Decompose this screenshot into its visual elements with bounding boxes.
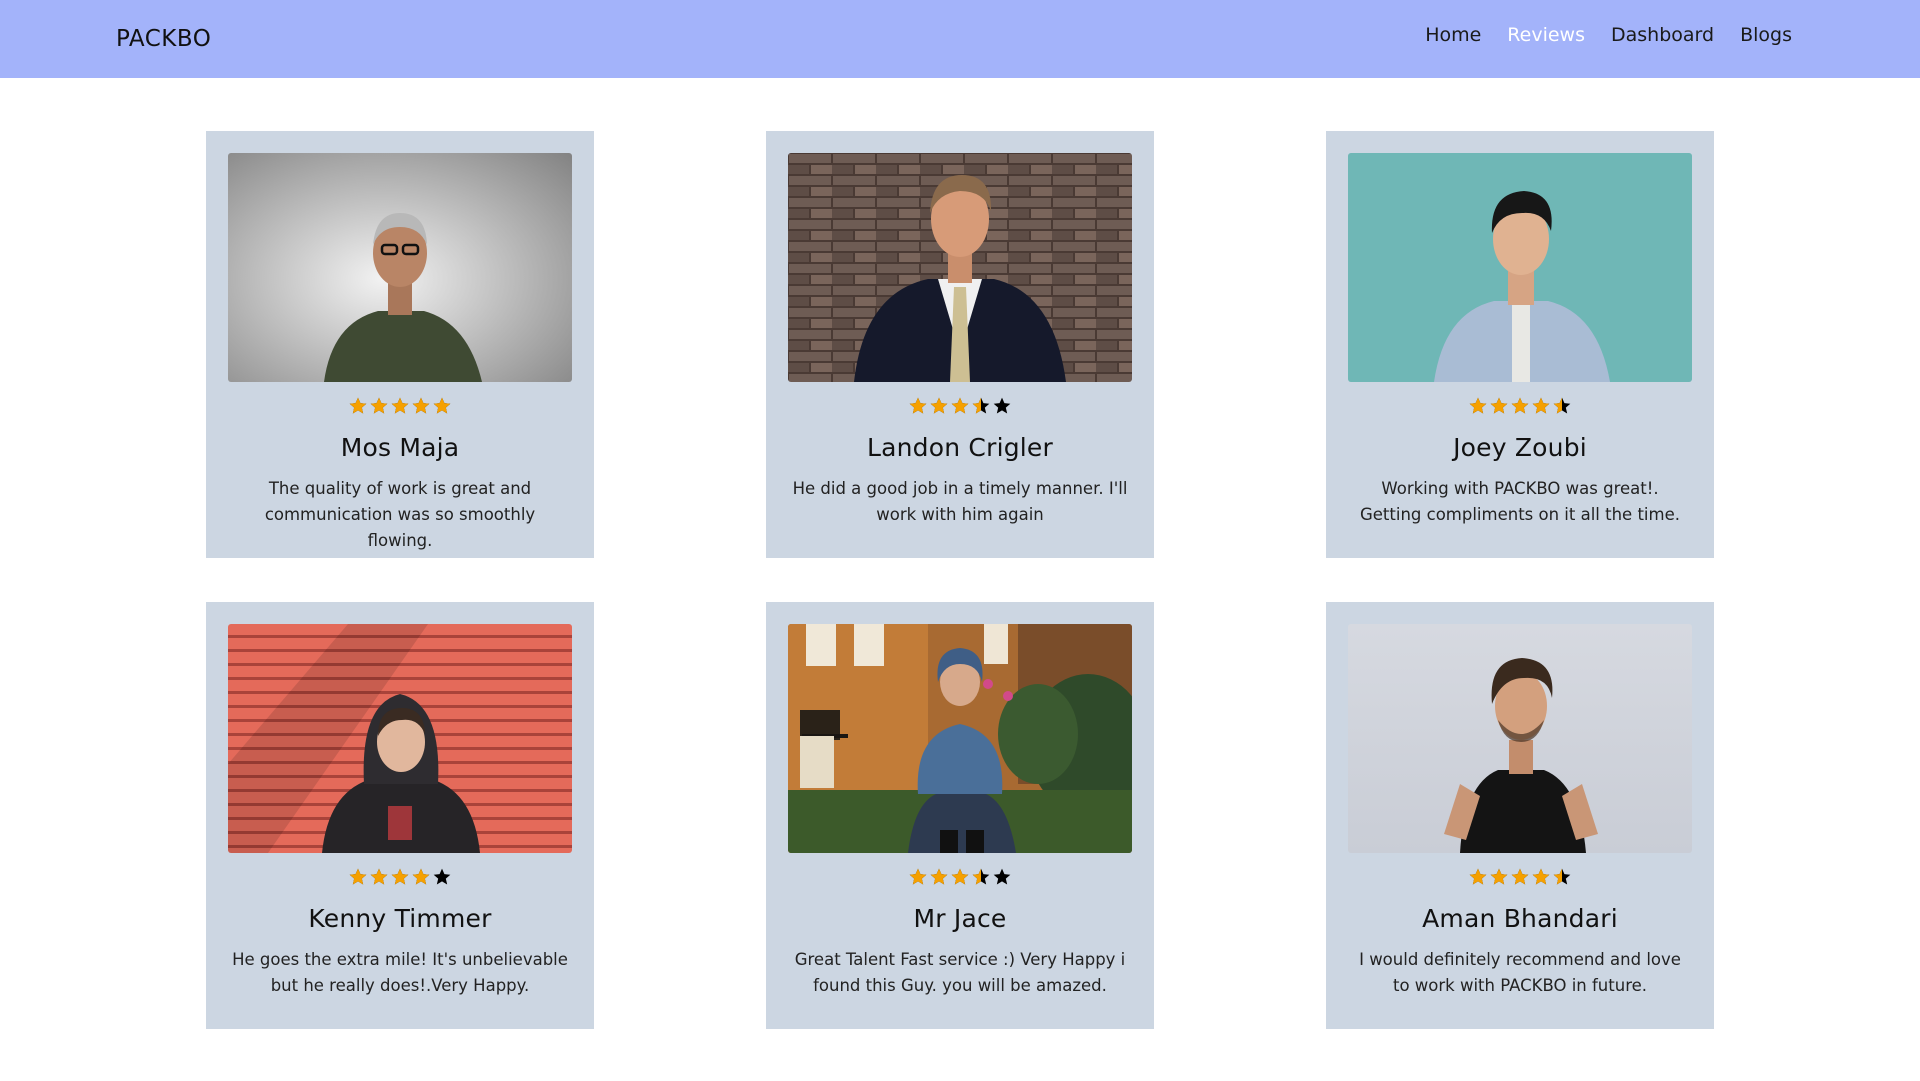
star-rating [788,867,1132,891]
star-filled-icon [1490,397,1508,414]
star-empty-icon [433,868,451,885]
reviewer-photo [228,153,572,382]
review-text: He did a good job in a timely manner. I'… [792,479,1128,524]
review-text: The quality of work is great and communi… [264,479,536,550]
reviews-grid: Mos Maja The quality of work is great an… [206,131,1714,1029]
review-text: Great Talent Fast service :) Very Happy … [794,950,1126,995]
star-rating [1348,867,1692,891]
star-filled-icon [951,868,969,885]
star-rating [788,396,1132,420]
star-half-icon [1553,868,1571,885]
review-card: Kenny Timmer He goes the extra mile! It'… [206,602,594,1029]
star-filled-icon [391,868,409,885]
reviewer-name: Joey Zoubi [1453,433,1587,462]
star-empty-icon [993,397,1011,414]
star-filled-icon [412,868,430,885]
star-half-icon [1553,397,1571,414]
review-text: He goes the extra mile! It's unbelievabl… [232,950,568,995]
reviewer-name: Mos Maja [340,433,460,462]
star-filled-icon [349,397,367,414]
star-half-icon [972,397,990,414]
nav-link-reviews[interactable]: Reviews [1507,24,1585,46]
reviewer-name: Mr Jace [913,904,1007,933]
star-filled-icon [1532,397,1550,414]
navbar: PACKBO Home Reviews Dashboard Blogs [0,0,1920,78]
review-card: Mos Maja The quality of work is great an… [206,131,594,558]
review-card: Aman Bhandari I would definitely recomme… [1326,602,1714,1029]
star-empty-icon [993,868,1011,885]
star-filled-icon [349,868,367,885]
star-filled-icon [951,397,969,414]
star-filled-icon [391,397,409,414]
nav-link-dashboard[interactable]: Dashboard [1611,24,1714,46]
star-filled-icon [1511,397,1529,414]
star-filled-icon [1532,868,1550,885]
star-filled-icon [909,397,927,414]
review-card: Landon Crigler He did a good job in a ti… [766,131,1154,558]
review-text: Working with PACKBO was great!. Getting … [1360,479,1680,524]
review-text: I would definitely recommend and love to… [1359,950,1681,995]
star-filled-icon [412,397,430,414]
reviewer-name: Landon Crigler [866,433,1053,462]
star-filled-icon [1469,868,1487,885]
reviewer-photo [788,153,1132,382]
reviewer-photo [228,624,572,853]
review-card: Joey Zoubi Working with PACKBO was great… [1326,131,1714,558]
star-filled-icon [930,397,948,414]
reviewer-photo [788,624,1132,853]
star-filled-icon [1511,868,1529,885]
reviewer-name: Kenny Timmer [308,904,492,933]
star-filled-icon [1490,868,1508,885]
star-rating [228,867,572,891]
star-rating [228,396,572,420]
reviewer-name: Aman Bhandari [1422,904,1618,933]
star-filled-icon [370,397,388,414]
star-filled-icon [433,397,451,414]
star-filled-icon [930,868,948,885]
main-nav: Home Reviews Dashboard Blogs [1399,24,1792,46]
star-filled-icon [370,868,388,885]
star-filled-icon [909,868,927,885]
star-rating [1348,396,1692,420]
reviewer-photo [1348,624,1692,853]
nav-link-home[interactable]: Home [1425,24,1481,46]
review-card: Mr Jace Great Talent Fast service :) Ver… [766,602,1154,1029]
reviewer-photo [1348,153,1692,382]
star-filled-icon [1469,397,1487,414]
brand-logo[interactable]: PACKBO [116,26,211,52]
nav-link-blogs[interactable]: Blogs [1740,24,1792,46]
star-half-icon [972,868,990,885]
